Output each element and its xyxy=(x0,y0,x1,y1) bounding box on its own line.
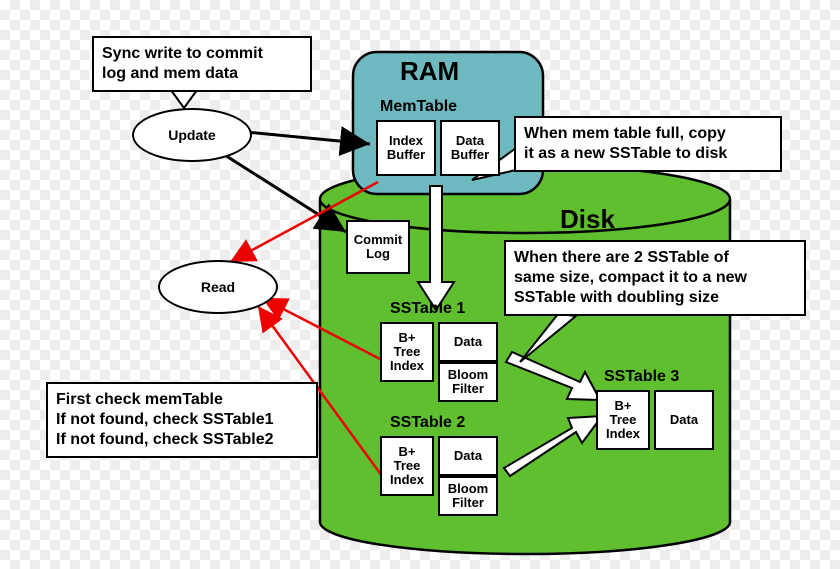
arrow-sstable1-to-read xyxy=(262,298,382,360)
callout-read-path: First check memTable If not found, check… xyxy=(46,382,318,458)
update-label: Update xyxy=(168,127,215,143)
ram-title: RAM xyxy=(400,56,459,87)
commit-log: Commit Log xyxy=(346,220,410,274)
sstable2-data: Data xyxy=(438,436,498,476)
sstable2-title: SSTable 2 xyxy=(390,414,465,432)
callout-sync: Sync write to commit log and mem data xyxy=(92,36,312,92)
sstable1-data: Data xyxy=(438,322,498,362)
arrow-update-to-memtable xyxy=(246,132,370,144)
update-node: Update xyxy=(132,108,252,162)
sstable3-data: Data xyxy=(654,390,714,450)
sstable1-bptree: B+ Tree Index xyxy=(380,322,434,382)
arrow-memtable-to-sstable1 xyxy=(418,186,454,310)
sstable3-bptree: B+ Tree Index xyxy=(596,390,650,450)
read-label: Read xyxy=(201,279,235,295)
memtable-data-buffer: Data Buffer xyxy=(440,120,500,176)
sstable1-title: SSTable 1 xyxy=(390,300,465,318)
memtable-index-buffer: Index Buffer xyxy=(376,120,436,176)
sstable3-title: SSTable 3 xyxy=(604,368,679,386)
arrow-update-to-commitlog xyxy=(220,152,346,232)
disk-title: Disk xyxy=(560,204,615,235)
callout-compact: When there are 2 SSTable of same size, c… xyxy=(504,240,806,316)
sstable2-bloom: Bloom Filter xyxy=(438,476,498,516)
callout-compact-tail xyxy=(520,314,576,362)
read-node: Read xyxy=(158,260,278,314)
arrow-sstable2-to-sstable3 xyxy=(504,416,602,476)
sstable2-bptree: B+ Tree Index xyxy=(380,436,434,496)
callout-flush: When mem table full, copy it as a new SS… xyxy=(514,116,782,172)
arrow-sstable1-to-sstable3 xyxy=(506,352,600,400)
sstable1-bloom: Bloom Filter xyxy=(438,362,498,402)
memtable-title: MemTable xyxy=(380,98,457,116)
